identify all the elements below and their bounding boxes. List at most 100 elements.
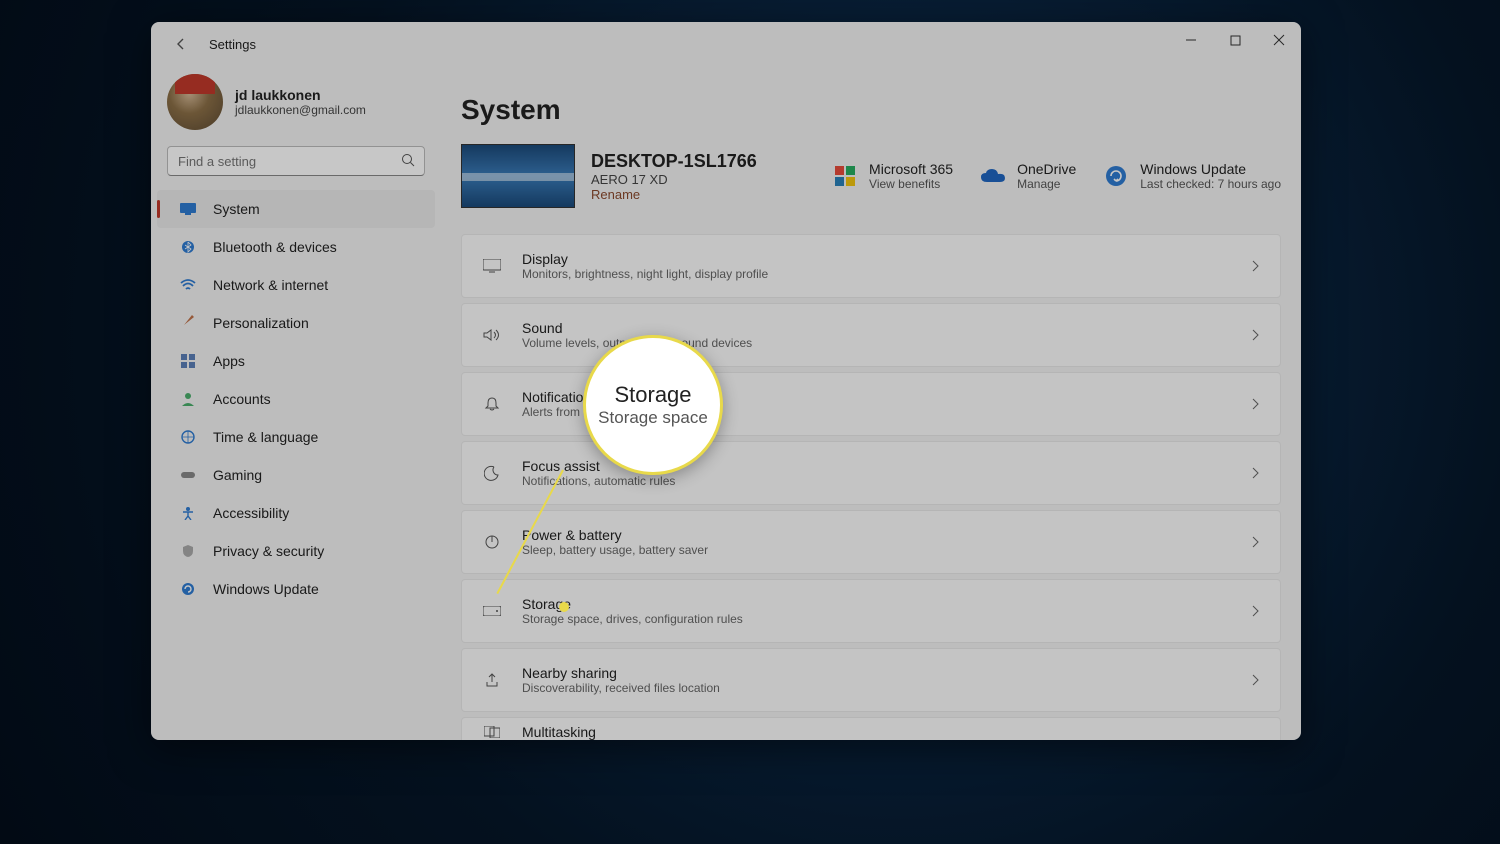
- row-sound[interactable]: Sound Volume levels, output, input, soun…: [461, 303, 1281, 367]
- onedrive-icon: [979, 162, 1007, 190]
- share-icon: [482, 670, 502, 690]
- close-button[interactable]: [1257, 22, 1301, 58]
- row-title: Nearby sharing: [522, 665, 1252, 681]
- sidebar-item-personalization[interactable]: Personalization: [151, 304, 441, 342]
- back-button[interactable]: [167, 30, 195, 58]
- multitasking-icon: [482, 722, 502, 740]
- row-focus-assist[interactable]: Focus assist Notifications, automatic ru…: [461, 441, 1281, 505]
- sidebar-item-network[interactable]: Network & internet: [151, 266, 441, 304]
- sidebar-item-label: Apps: [213, 353, 245, 369]
- storage-callout: Storage Storage space: [583, 335, 723, 475]
- row-sub: Discoverability, received files location: [522, 681, 1252, 695]
- monitor-icon: [179, 200, 197, 218]
- callout-anchor-dot: [559, 602, 569, 612]
- device-name: DESKTOP-1SL1766: [591, 151, 757, 172]
- settings-window: Settings jd laukkonen jdlaukkonen@gmail.…: [151, 22, 1301, 740]
- device-info: DESKTOP-1SL1766 AERO 17 XD Rename: [591, 151, 757, 202]
- row-multitasking[interactable]: Multitasking: [461, 717, 1281, 740]
- search-input[interactable]: [167, 146, 425, 176]
- profile-card[interactable]: jd laukkonen jdlaukkonen@gmail.com: [151, 74, 441, 146]
- row-power-battery[interactable]: Power & battery Sleep, battery usage, ba…: [461, 510, 1281, 574]
- callout-sub: Storage space: [598, 408, 708, 428]
- row-title: Power & battery: [522, 527, 1252, 543]
- chevron-right-icon: [1252, 605, 1260, 617]
- tile-windows-update[interactable]: Windows Update Last checked: 7 hours ago: [1102, 161, 1281, 191]
- accessibility-icon: [179, 504, 197, 522]
- gamepad-icon: [179, 466, 197, 484]
- row-storage[interactable]: Storage Storage space, drives, configura…: [461, 579, 1281, 643]
- arrow-left-icon: [174, 37, 188, 51]
- sidebar-item-accounts[interactable]: Accounts: [151, 380, 441, 418]
- tile-onedrive[interactable]: OneDrive Manage: [979, 161, 1076, 191]
- chevron-right-icon: [1252, 260, 1260, 272]
- row-title: Sound: [522, 320, 1252, 336]
- sidebar-item-update[interactable]: Windows Update: [151, 570, 441, 608]
- close-icon: [1273, 34, 1285, 46]
- shield-icon: [179, 542, 197, 560]
- sidebar-item-apps[interactable]: Apps: [151, 342, 441, 380]
- row-sub: Storage space, drives, configuration rul…: [522, 612, 1252, 626]
- maximize-button[interactable]: [1213, 22, 1257, 58]
- sidebar-item-label: Network & internet: [213, 277, 328, 293]
- sidebar-item-label: System: [213, 201, 260, 217]
- bell-icon: [482, 394, 502, 414]
- tile-title: OneDrive: [1017, 161, 1076, 177]
- content: jd laukkonen jdlaukkonen@gmail.com Syste…: [151, 66, 1301, 740]
- sidebar-item-label: Accounts: [213, 391, 271, 407]
- power-icon: [482, 532, 502, 552]
- tile-sub: Manage: [1017, 177, 1076, 191]
- microsoft365-icon: [831, 162, 859, 190]
- window-title: Settings: [209, 37, 256, 52]
- sidebar: jd laukkonen jdlaukkonen@gmail.com Syste…: [151, 66, 441, 740]
- sidebar-item-label: Time & language: [213, 429, 318, 445]
- person-icon: [179, 390, 197, 408]
- tile-sub: Last checked: 7 hours ago: [1140, 177, 1281, 191]
- main-panel: System DESKTOP-1SL1766 AERO 17 XD Rename…: [441, 66, 1301, 740]
- row-nearby-sharing[interactable]: Nearby sharing Discoverability, received…: [461, 648, 1281, 712]
- storage-icon: [482, 601, 502, 621]
- globe-icon: [179, 428, 197, 446]
- row-title: Multitasking: [522, 724, 1260, 740]
- device-model: AERO 17 XD: [591, 172, 757, 187]
- moon-icon: [482, 463, 502, 483]
- tile-sub: View benefits: [869, 177, 953, 191]
- sidebar-item-label: Accessibility: [213, 505, 289, 521]
- row-title: Storage: [522, 596, 1252, 612]
- profile-email: jdlaukkonen@gmail.com: [235, 103, 366, 117]
- profile-name: jd laukkonen: [235, 87, 366, 103]
- windows-update-icon: [1102, 162, 1130, 190]
- row-title: Display: [522, 251, 1252, 267]
- sidebar-item-accessibility[interactable]: Accessibility: [151, 494, 441, 532]
- device-row: DESKTOP-1SL1766 AERO 17 XD Rename Micros…: [461, 144, 1281, 208]
- device-thumbnail: [461, 144, 575, 208]
- minimize-icon: [1185, 34, 1197, 46]
- sidebar-item-label: Windows Update: [213, 581, 319, 597]
- tile-microsoft365[interactable]: Microsoft 365 View benefits: [831, 161, 953, 191]
- chevron-right-icon: [1252, 329, 1260, 341]
- row-display[interactable]: Display Monitors, brightness, night ligh…: [461, 234, 1281, 298]
- callout-title: Storage: [614, 382, 691, 408]
- sidebar-item-gaming[interactable]: Gaming: [151, 456, 441, 494]
- brush-icon: [179, 314, 197, 332]
- sidebar-item-bluetooth[interactable]: Bluetooth & devices: [151, 228, 441, 266]
- sidebar-item-label: Gaming: [213, 467, 262, 483]
- sidebar-item-label: Personalization: [213, 315, 309, 331]
- window-controls: [1169, 22, 1301, 58]
- row-sub: Sleep, battery usage, battery saver: [522, 543, 1252, 557]
- sidebar-item-time[interactable]: Time & language: [151, 418, 441, 456]
- search-icon: [401, 153, 415, 167]
- sidebar-item-label: Privacy & security: [213, 543, 324, 559]
- chevron-right-icon: [1252, 398, 1260, 410]
- chevron-right-icon: [1252, 674, 1260, 686]
- row-sub: Notifications, automatic rules: [522, 474, 1252, 488]
- sound-icon: [482, 325, 502, 345]
- wifi-icon: [179, 276, 197, 294]
- sync-icon: [179, 580, 197, 598]
- sidebar-item-privacy[interactable]: Privacy & security: [151, 532, 441, 570]
- minimize-button[interactable]: [1169, 22, 1213, 58]
- maximize-icon: [1230, 35, 1241, 46]
- sidebar-item-system[interactable]: System: [157, 190, 435, 228]
- row-sub: Monitors, brightness, night light, displ…: [522, 267, 1252, 281]
- rename-link[interactable]: Rename: [591, 187, 757, 202]
- search-wrap: [151, 146, 441, 190]
